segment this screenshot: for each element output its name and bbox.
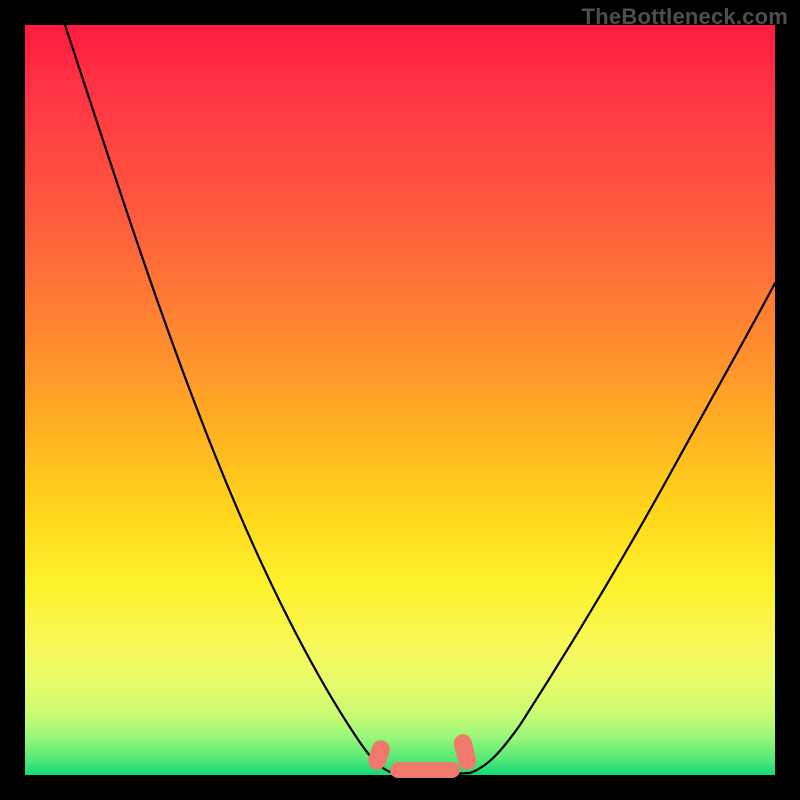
highlight-marker-center	[390, 762, 460, 778]
watermark-text: TheBottleneck.com	[582, 4, 788, 30]
curve-right-arm	[470, 283, 775, 773]
bottleneck-curve	[25, 25, 775, 775]
chart-stage: TheBottleneck.com	[0, 0, 800, 800]
curve-left-arm	[65, 25, 393, 773]
